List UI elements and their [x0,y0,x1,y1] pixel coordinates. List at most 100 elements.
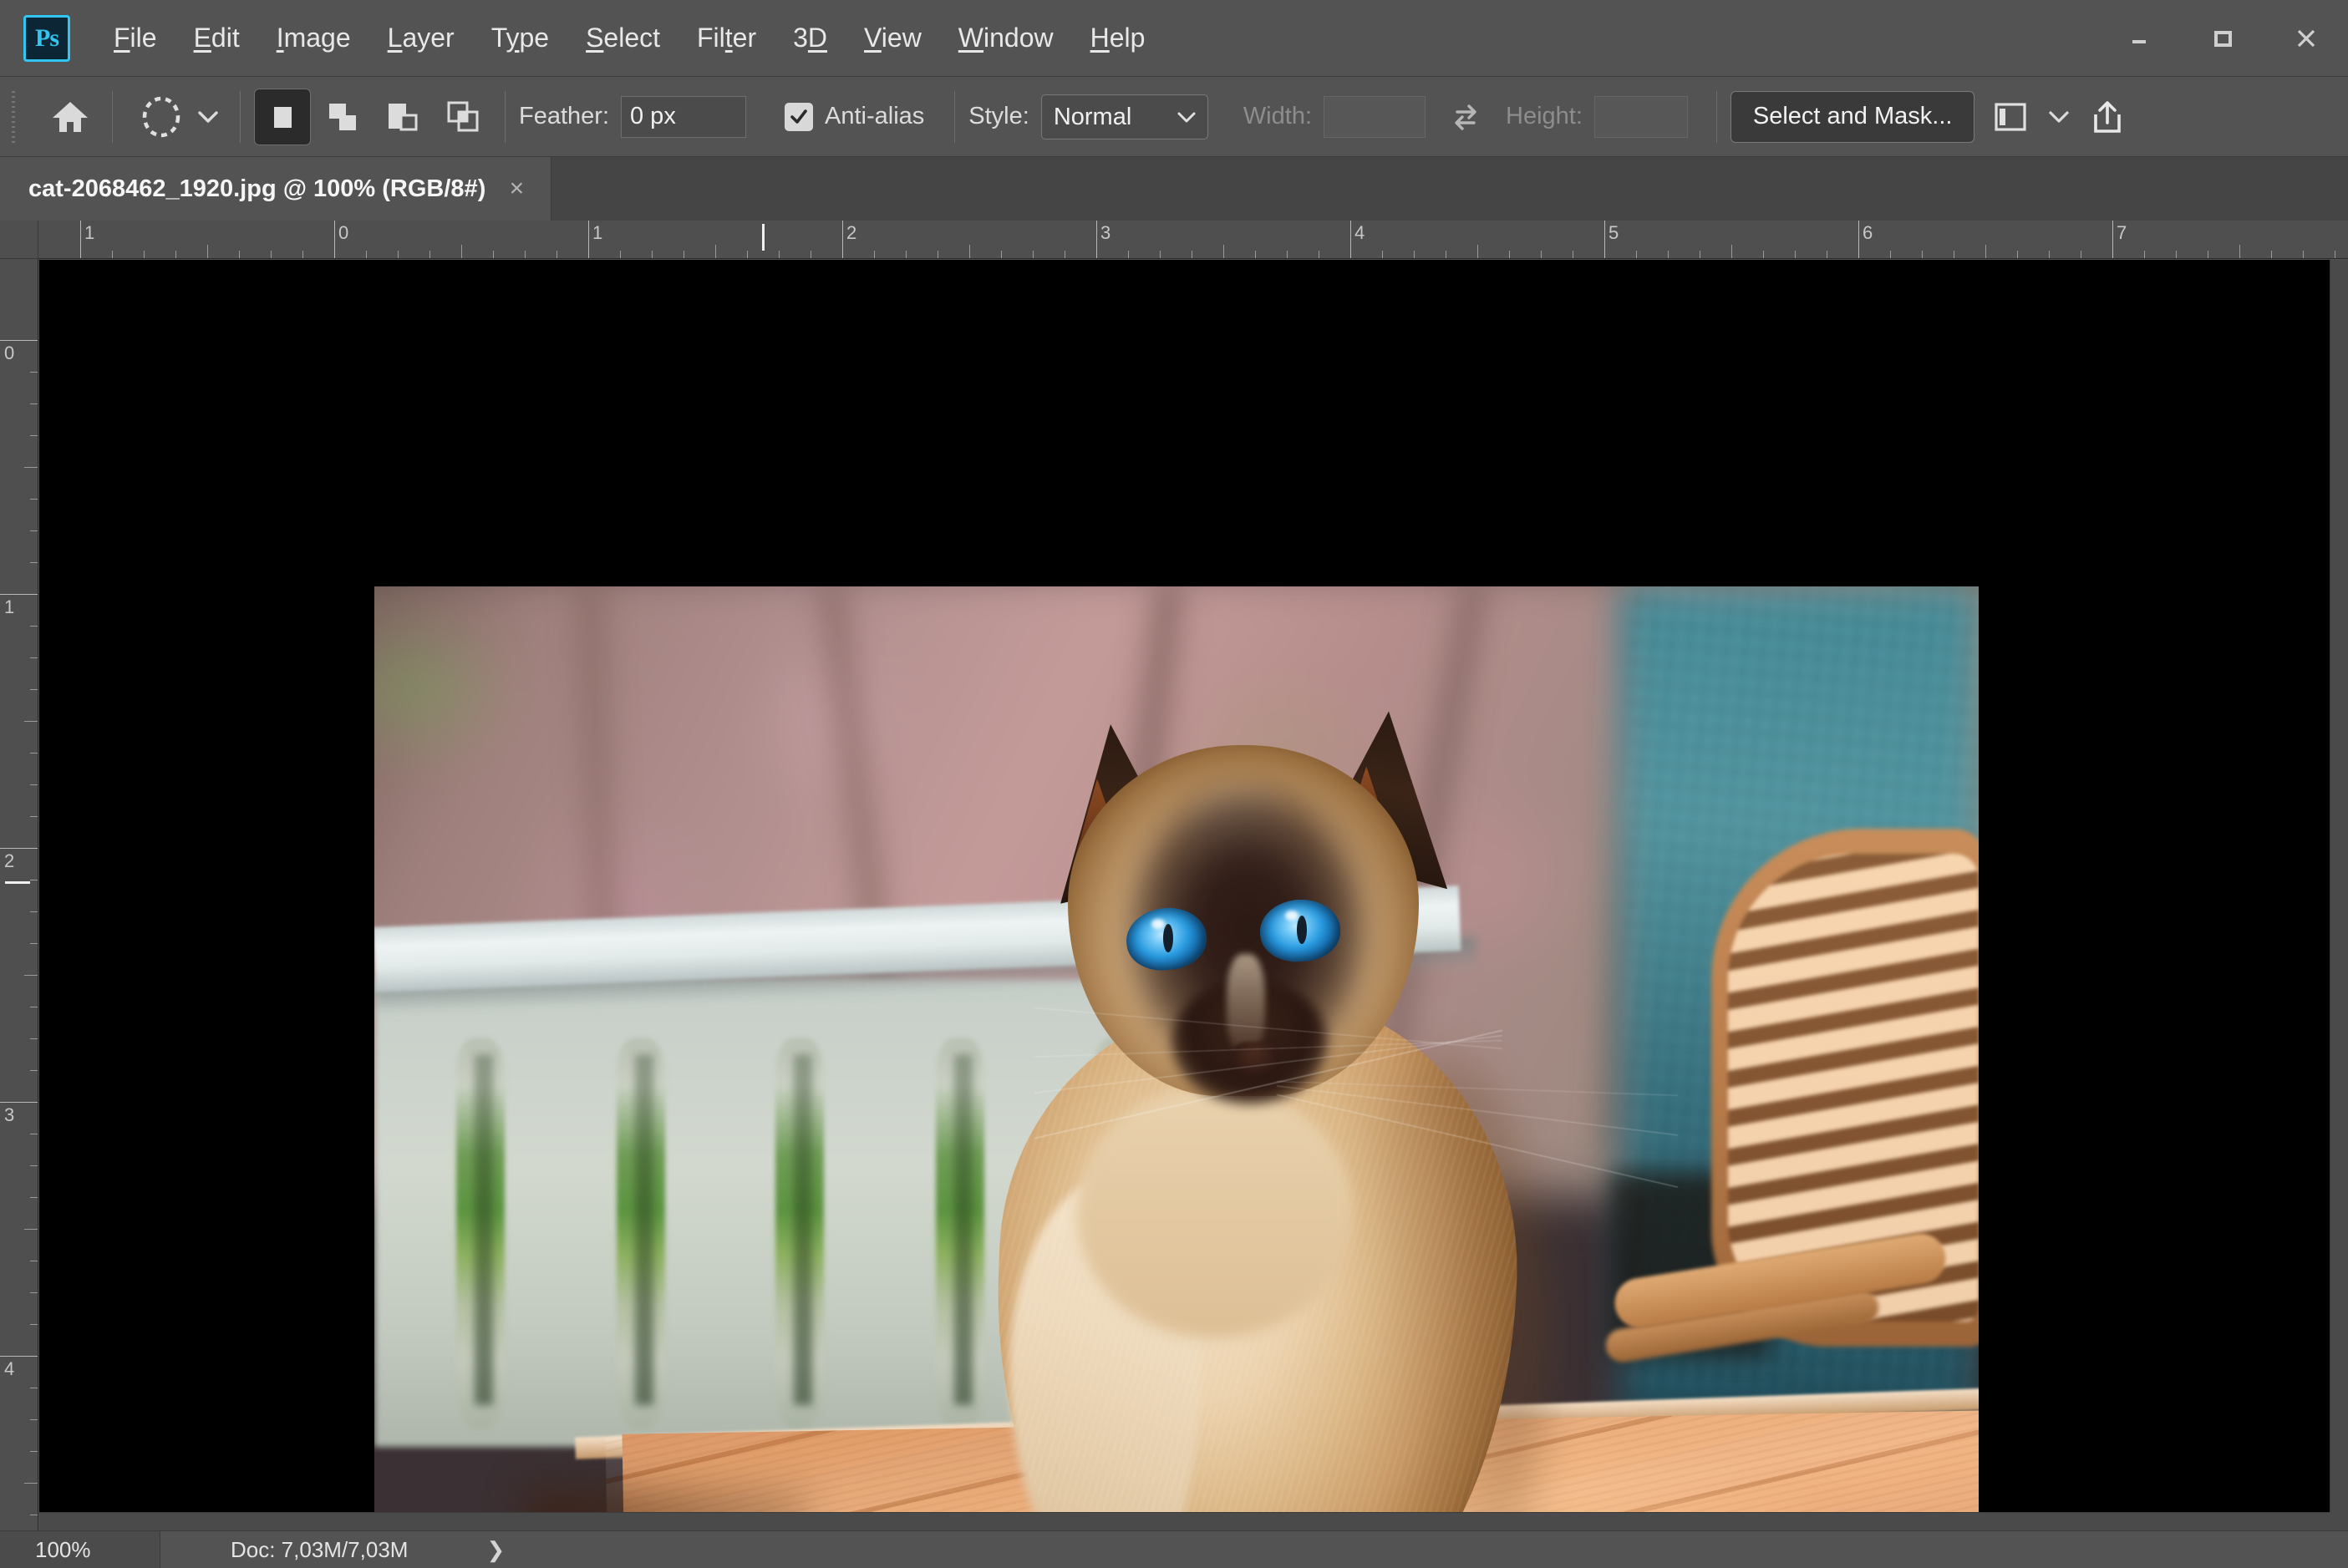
home-icon [53,101,88,132]
subtract-from-selection-button[interactable] [374,89,431,145]
ruler-tick [24,467,38,468]
vertical-ruler[interactable]: 0 1 2 3 4 [0,259,38,1530]
feather-input[interactable] [621,95,746,138]
ruler-corner[interactable] [0,221,38,259]
document-size-info: Doc: 7,03M/7,03M [231,1536,409,1562]
chevron-down-icon [198,110,218,123]
menu-type[interactable]: Type [473,18,567,58]
menu-file[interactable]: File [95,18,175,58]
cat-pupil-left [1163,924,1173,952]
ruler-tick [1890,251,1891,258]
add-to-selection-button[interactable] [314,89,371,145]
document-image[interactable] [374,586,1979,1512]
maximize-icon [2214,31,2232,47]
canvas-viewport[interactable] [39,260,2330,1512]
width-input[interactable] [1324,95,1426,138]
ruler-tick [24,721,38,722]
anti-alias-toggle[interactable]: Anti-alias [785,102,924,131]
anti-alias-checkbox[interactable] [785,102,813,131]
tool-preset-chevron[interactable] [195,109,221,124]
menu-image[interactable]: Image [258,18,369,58]
zoom-level-field[interactable]: 100% [0,1530,160,1568]
ruler-label: 7 [2117,222,2127,243]
active-tool-button[interactable] [131,89,191,145]
ruler-tick-major [0,848,38,849]
ruler-label: 6 [1863,222,1873,243]
ruler-tick [2239,245,2240,258]
chevron-down-icon [2049,110,2070,123]
close-button[interactable] [2264,0,2348,77]
ruler-label: 3 [1100,222,1111,243]
ruler-tick [1287,251,1288,258]
ruler-tick [239,251,240,258]
ruler-tick [30,911,38,912]
home-button[interactable] [42,89,99,145]
ruler-label: 1 [4,596,15,617]
menu-3d[interactable]: 3D [775,18,846,58]
style-label: Style: [968,103,1029,129]
maximize-button[interactable] [2181,0,2264,77]
document-tab[interactable]: cat-2068462_1920.jpg @ 100% (RGB/8#) × [0,157,552,221]
ruler-tick [1001,251,1002,258]
minimize-button[interactable] [2097,0,2181,77]
share-export-button[interactable] [2083,91,2132,143]
separator [112,90,113,143]
tool-preset-picker[interactable] [126,89,226,145]
cat-eye-glint-left [1151,919,1165,929]
ruler-tick [30,1070,38,1071]
menu-filter-rest: er [732,23,757,53]
document-tab-close-icon[interactable]: × [504,175,529,202]
menu-view[interactable]: View [846,18,940,58]
ruler-tick [24,1483,38,1484]
menu-help-rest: elp [1109,23,1146,53]
ruler-tick [1509,251,1510,258]
status-bar: 100% Doc: 7,03M/7,03M ❯ [0,1530,2348,1568]
baluster-shadow [794,1054,812,1405]
ruler-tick [24,975,38,976]
menu-edit[interactable]: Edit [175,18,258,58]
ruler-label: 4 [4,1358,15,1379]
height-label: Height: [1506,103,1583,129]
ruler-tick [2271,251,2272,258]
ruler-label: 4 [1354,222,1365,243]
status-expand-icon[interactable]: ❯ [436,1537,528,1563]
ruler-tick [30,403,38,404]
options-bar-grip[interactable] [10,90,18,143]
menu-help[interactable]: Help [1072,18,1164,58]
ruler-tick-major [0,1102,38,1103]
menu-layer-rest: ayer [402,23,455,53]
ruler-tick [30,657,38,658]
ruler-tick [715,245,716,258]
options-bar: Feather: Anti-alias Style: Normal Width: [0,77,2348,157]
new-selection-button[interactable] [254,88,311,145]
menu-layer[interactable]: Layer [369,18,473,58]
intersect-selection-button[interactable] [435,89,491,145]
ruler-tick [30,435,38,436]
scrollbar-corner [2330,1512,2348,1530]
workspace-panel-button[interactable] [1986,91,2035,143]
ruler-tick [1763,251,1764,258]
select-and-mask-button[interactable]: Select and Mask... [1730,90,1975,143]
menu-edit-rest: dit [211,23,240,53]
height-input[interactable] [1593,95,1688,138]
ruler-tick [2176,251,2177,258]
style-select[interactable]: Normal [1040,94,1208,140]
menu-type-rest: pe [519,23,550,53]
ruler-tick [207,245,208,258]
logo-text: Ps [35,23,59,52]
horizontal-ruler[interactable]: 1 0 1 2 3 4 5 6 7 [38,221,2348,259]
menu-filter[interactable]: Filter [678,18,775,58]
photoshop-logo-icon: Ps [23,14,70,62]
horizontal-scrollbar[interactable] [39,1512,2330,1530]
ruler-tick [1160,251,1161,258]
ruler-tick [30,943,38,944]
ruler-label: 0 [4,343,15,363]
menu-window[interactable]: Window [940,18,1072,58]
swap-width-height-button[interactable] [1441,92,1491,142]
ruler-tick [30,499,38,500]
vertical-scrollbar[interactable] [2330,260,2348,1512]
swap-width-height-icon [1455,104,1476,130]
ruler-tick-major [0,594,38,595]
workspace-chevron-button[interactable] [2035,91,2083,143]
menu-select[interactable]: Select [567,18,678,58]
